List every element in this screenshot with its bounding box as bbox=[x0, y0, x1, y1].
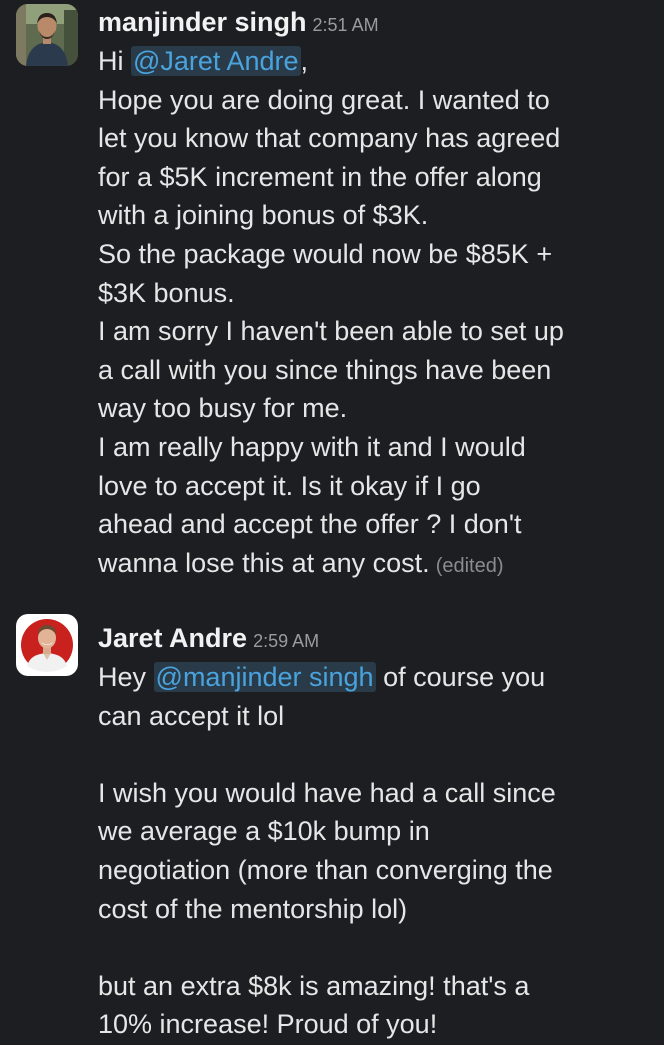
message-line: a call with you since things have been bbox=[98, 354, 552, 385]
message-line: with a joining bonus of $3K. bbox=[98, 200, 429, 231]
author-name[interactable]: Jaret Andre bbox=[98, 623, 247, 653]
message-line: negotiation (more than converging the bbox=[98, 854, 553, 885]
message-meta: manjinder singh 2:51 AM bbox=[98, 2, 652, 42]
message-line: way too busy for me. bbox=[98, 393, 348, 424]
greeting-suffix: , bbox=[300, 46, 309, 76]
message-line: I am really happy with it and I would bbox=[98, 431, 526, 462]
message-line: I am sorry I haven't been able to set up bbox=[98, 316, 564, 347]
message-line: 10% increase! Proud of you! bbox=[98, 1009, 438, 1040]
user-mention[interactable]: @manjinder singh bbox=[153, 662, 376, 692]
message-line: Hope you are doing great. I wanted to bbox=[98, 84, 550, 115]
message-line: for a $5K increment in the offer along bbox=[98, 161, 542, 192]
message-line: wanna lose this at any cost. (edited) bbox=[98, 544, 652, 586]
message-content: manjinder singh 2:51 AM Hi @Jaret Andre, … bbox=[98, 2, 652, 585]
edited-label: (edited) bbox=[435, 554, 504, 577]
avatar[interactable] bbox=[16, 4, 78, 66]
greeting-prefix: Hi bbox=[98, 46, 131, 76]
message-content: Jaret Andre 2:59 AM Hey @manjinder singh … bbox=[98, 618, 652, 1044]
message-line: love to accept it. Is it okay if I go bbox=[98, 470, 481, 501]
author-name[interactable]: manjinder singh bbox=[98, 7, 307, 37]
message-line: Hey @manjinder singh of course you bbox=[98, 658, 652, 697]
message-line: let you know that company has agreed bbox=[98, 123, 561, 154]
greeting-suffix: of course you bbox=[375, 662, 546, 692]
greeting-prefix: Hey bbox=[98, 662, 154, 692]
user-photo-icon bbox=[16, 614, 78, 676]
message-line: ahead and accept the offer ? I don't bbox=[98, 509, 522, 540]
message-last-line: wanna lose this at any cost. bbox=[98, 547, 430, 578]
message-line: $3K bonus. bbox=[98, 277, 235, 308]
message-line: Hi @Jaret Andre, bbox=[98, 42, 652, 81]
avatar[interactable] bbox=[16, 614, 78, 676]
user-mention[interactable]: @Jaret Andre bbox=[131, 46, 301, 76]
message-thread: manjinder singh 2:51 AM Hi @Jaret Andre, … bbox=[0, 0, 664, 1045]
message-line bbox=[98, 928, 652, 967]
message-line: So the package would now be $85K + bbox=[98, 238, 553, 269]
message-line: cost of the mentorship lol) bbox=[98, 893, 408, 924]
timestamp[interactable]: 2:51 AM bbox=[313, 15, 379, 35]
message-line bbox=[98, 735, 652, 774]
message-line: we average a $10k bump in bbox=[98, 816, 430, 847]
message-line: but an extra $8k is amazing! that's a bbox=[98, 970, 530, 1001]
user-photo-icon bbox=[16, 4, 78, 66]
message-meta: Jaret Andre 2:59 AM bbox=[98, 618, 652, 658]
message-line: I wish you would have had a call since bbox=[98, 777, 556, 808]
timestamp[interactable]: 2:59 AM bbox=[253, 631, 319, 651]
message-line: can accept it lol bbox=[98, 700, 285, 731]
